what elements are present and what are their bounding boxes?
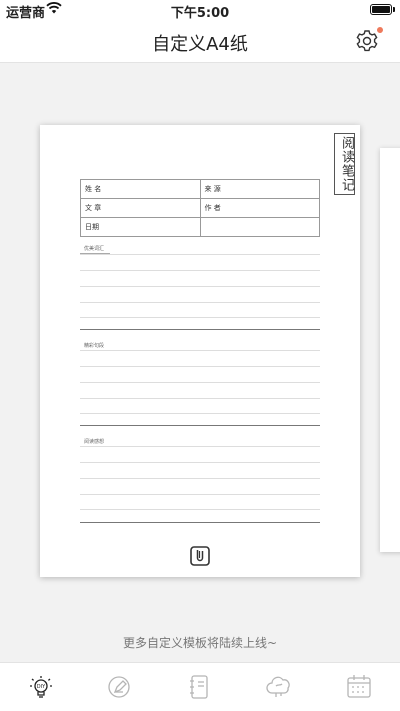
tab-brain[interactable] <box>264 673 294 701</box>
section-label: 优美词汇 <box>80 245 111 254</box>
ruled-line <box>80 398 320 399</box>
calendar-icon <box>347 675 371 698</box>
ruled-line <box>80 270 320 271</box>
section-label: 阅读感想 <box>80 438 111 447</box>
ruled-line <box>80 317 320 318</box>
next-template-card[interactable] <box>380 148 400 552</box>
source-cell: 来 源 <box>199 179 320 199</box>
ruled-line <box>80 446 320 447</box>
author-cell: 作 者 <box>199 198 320 218</box>
tab-calendar[interactable] <box>344 673 374 701</box>
tab-diy[interactable]: DIY <box>26 673 56 701</box>
section-divider <box>80 522 320 523</box>
brain-cloud-icon <box>266 676 290 697</box>
ruled-line <box>80 254 320 255</box>
tab-bar: DIY <box>0 662 400 711</box>
settings-button[interactable] <box>354 27 383 54</box>
ruled-line <box>80 478 320 479</box>
tab-notebook[interactable] <box>184 673 214 701</box>
ruled-line <box>80 494 320 495</box>
paperclip-icon <box>190 546 210 566</box>
footer-note: 更多自定义模板将陆续上线~ <box>122 636 278 650</box>
name-cell: 姓 名 <box>80 179 201 199</box>
ruled-line <box>80 302 320 303</box>
info-table: 姓 名 来 源 文 章 作 者 日期 <box>80 179 320 237</box>
ruled-line <box>80 462 320 463</box>
notification-dot <box>377 27 383 33</box>
notebook-icon <box>190 675 208 699</box>
section-divider <box>80 425 320 426</box>
date-value-cell <box>199 217 320 237</box>
diy-lightbulb-icon: DIY <box>30 676 52 698</box>
ruled-line <box>80 350 320 351</box>
reading-notes-tag: 阅读笔记 <box>334 133 355 195</box>
clock: 下午5:00 <box>170 6 230 21</box>
status-bar: 运营商 下午5:00 <box>0 0 400 21</box>
ruled-line <box>80 366 320 367</box>
gear-icon <box>356 30 378 52</box>
page-title: 自定义A4纸 <box>152 34 248 55</box>
date-cell: 日期 <box>80 217 201 237</box>
ruled-line <box>80 413 320 414</box>
article-cell: 文 章 <box>80 198 201 218</box>
tab-pen[interactable] <box>104 673 134 701</box>
pen-icon <box>108 676 130 698</box>
ruled-line <box>80 286 320 287</box>
nav-bar: 自定义A4纸 <box>0 20 400 63</box>
section-label: 精彩句段 <box>80 342 111 351</box>
svg-text:DIY: DIY <box>37 684 46 690</box>
ruled-line <box>80 382 320 383</box>
ruled-line <box>80 509 320 510</box>
a4-template-card[interactable]: 阅读笔记 姓 名 来 源 文 章 作 者 日期 优美词汇 精彩句段 阅读感想 <box>40 125 360 577</box>
battery-icon <box>370 4 395 15</box>
section-divider <box>80 329 320 330</box>
